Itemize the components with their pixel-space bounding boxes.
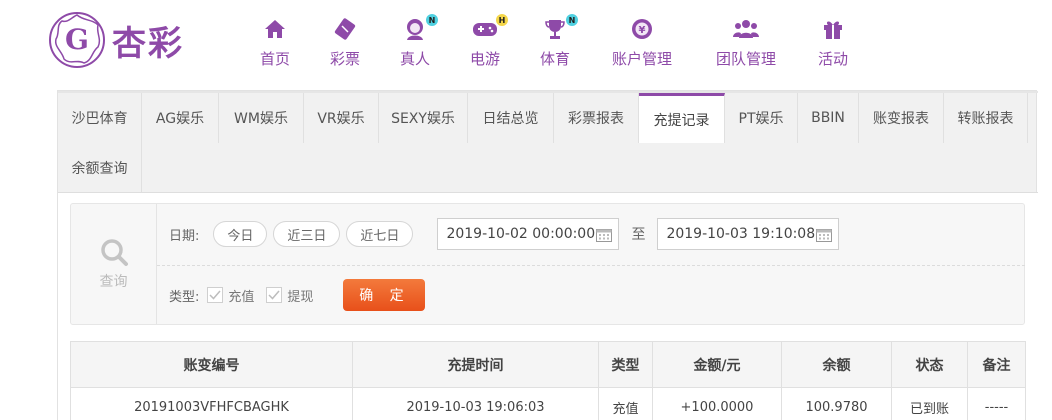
badge-new: N bbox=[426, 14, 438, 26]
col-header-type: 类型 bbox=[598, 341, 653, 388]
nav-label: 账户管理 bbox=[611, 50, 672, 68]
gamepad-icon: H bbox=[470, 14, 508, 44]
filter-box: 查询 日期: 今日 近三日 近七日 2019-10-02 00:00:00 至 bbox=[70, 203, 1025, 325]
svg-text:G: G bbox=[65, 23, 89, 56]
date-from-value: 2019-10-02 00:00:00 bbox=[446, 226, 596, 242]
badge-hot: H bbox=[496, 14, 508, 26]
tab-balance-inquiry[interactable]: 余额查询 bbox=[58, 143, 142, 193]
to-label: 至 bbox=[631, 227, 646, 243]
home-icon bbox=[260, 14, 290, 44]
tab-saba-sports[interactable]: 沙巴体育 bbox=[58, 93, 142, 143]
check-icon bbox=[266, 287, 283, 303]
cell-time: 2019-10-03 19:06:03 bbox=[352, 387, 599, 420]
type-label: 类型: bbox=[169, 289, 200, 305]
cell-amount: +100.0000 bbox=[652, 387, 782, 420]
nav-label: 体育 bbox=[539, 50, 570, 68]
nav-label: 彩票 bbox=[329, 50, 360, 68]
check-icon bbox=[207, 287, 224, 303]
col-header-amount: 金额/元 bbox=[652, 341, 782, 388]
deposit-checkbox[interactable]: 充值 bbox=[207, 286, 254, 305]
top-header: G 杏彩 首页 彩票 N 真人 H 电游 N 体育 ¥ 账户管理 团队管理 活动 bbox=[0, 0, 1052, 90]
tab-lottery-report[interactable]: 彩票报表 bbox=[554, 93, 639, 143]
nav-label: 活动 bbox=[817, 50, 848, 68]
calendar-icon bbox=[816, 229, 833, 242]
tab-account-change-report[interactable]: 账变报表 bbox=[859, 93, 944, 143]
dealer-icon: N bbox=[400, 14, 438, 44]
brand-logo[interactable]: G 杏彩 bbox=[48, 10, 208, 70]
last-3-days-button[interactable]: 近三日 bbox=[273, 221, 341, 247]
table-row: 20191003VFHFCBAGHK 2019-10-03 19:06:03 充… bbox=[70, 387, 1026, 420]
badge-new: N bbox=[566, 14, 578, 26]
nav-label: 首页 bbox=[259, 50, 290, 68]
col-header-id: 账变编号 bbox=[70, 341, 353, 388]
records-content: 查询 日期: 今日 近三日 近七日 2019-10-02 00:00:00 至 bbox=[58, 193, 1038, 420]
table-header-row: 账变编号 充提时间 类型 金额/元 余额 状态 备注 bbox=[70, 341, 1026, 388]
ticket-icon bbox=[330, 14, 360, 44]
cell-balance: 100.9780 bbox=[781, 387, 892, 420]
nav-team[interactable]: 团队管理 bbox=[694, 14, 798, 69]
tab-wm[interactable]: WM娱乐 bbox=[219, 93, 304, 143]
gift-icon bbox=[818, 14, 848, 44]
type-row: 类型: 充值 提现 确 定 bbox=[169, 279, 426, 311]
cell-id: 20191003VFHFCBAGHK bbox=[70, 387, 353, 420]
col-header-balance: 余额 bbox=[781, 341, 892, 388]
main-nav: 首页 彩票 N 真人 H 电游 N 体育 ¥ 账户管理 团队管理 活动 bbox=[240, 14, 868, 69]
date-label: 日期: bbox=[169, 228, 200, 244]
account-icon: ¥ bbox=[627, 14, 657, 44]
today-button[interactable]: 今日 bbox=[213, 221, 268, 247]
search-icon bbox=[100, 239, 128, 266]
tab-deposit-withdraw-records[interactable]: 充提记录 bbox=[639, 93, 725, 143]
nav-account[interactable]: ¥ 账户管理 bbox=[590, 14, 694, 69]
team-icon bbox=[731, 14, 761, 44]
cell-status: 已到账 bbox=[891, 387, 968, 420]
last-7-days-button[interactable]: 近七日 bbox=[346, 221, 414, 247]
deposit-label: 充值 bbox=[228, 289, 255, 305]
tab-vr[interactable]: VR娱乐 bbox=[304, 93, 379, 143]
tab-bbin[interactable]: BBIN bbox=[798, 93, 859, 143]
tab-transfer-report[interactable]: 转账报表 bbox=[944, 93, 1028, 143]
filter-divider bbox=[157, 265, 1025, 266]
brand-name: 杏彩 bbox=[112, 23, 184, 64]
report-panel: 沙巴体育 AG娱乐 WM娱乐 VR娱乐 SEXY娱乐 日结总览 彩票报表 充提记… bbox=[57, 90, 1038, 420]
svg-text:¥: ¥ bbox=[639, 25, 646, 36]
nav-label: 真人 bbox=[399, 50, 430, 68]
withdraw-label: 提现 bbox=[287, 289, 314, 305]
tab-sexy[interactable]: SEXY娱乐 bbox=[379, 93, 468, 143]
nav-egames[interactable]: H 电游 bbox=[450, 14, 520, 69]
query-block[interactable]: 查询 bbox=[71, 204, 157, 324]
col-header-status: 状态 bbox=[891, 341, 968, 388]
confirm-button[interactable]: 确 定 bbox=[343, 279, 426, 311]
nav-sports[interactable]: N 体育 bbox=[520, 14, 590, 69]
tab-pt[interactable]: PT娱乐 bbox=[725, 93, 798, 143]
cell-type: 充值 bbox=[598, 387, 653, 420]
nav-promotions[interactable]: 活动 bbox=[798, 14, 868, 69]
cell-note: ----- bbox=[967, 387, 1026, 420]
trophy-icon: N bbox=[540, 14, 578, 44]
logo-emblem-icon: G bbox=[49, 12, 105, 68]
calendar-icon bbox=[596, 229, 613, 242]
nav-label: 团队管理 bbox=[715, 50, 776, 68]
nav-live[interactable]: N 真人 bbox=[380, 14, 450, 69]
query-label: 查询 bbox=[99, 274, 128, 290]
records-table: 账变编号 充提时间 类型 金额/元 余额 状态 备注 20191003VFHFC… bbox=[70, 341, 1026, 420]
date-to-input[interactable]: 2019-10-03 19:10:08 bbox=[657, 218, 840, 250]
date-row: 日期: 今日 近三日 近七日 2019-10-02 00:00:00 至 201… bbox=[169, 218, 840, 250]
nav-lottery[interactable]: 彩票 bbox=[310, 14, 380, 69]
nav-home[interactable]: 首页 bbox=[240, 14, 310, 69]
tab-ag[interactable]: AG娱乐 bbox=[142, 93, 219, 143]
date-from-input[interactable]: 2019-10-02 00:00:00 bbox=[437, 218, 620, 250]
date-to-value: 2019-10-03 19:10:08 bbox=[666, 226, 816, 242]
withdraw-checkbox[interactable]: 提现 bbox=[266, 286, 313, 305]
nav-label: 电游 bbox=[469, 50, 500, 68]
col-header-time: 充提时间 bbox=[352, 341, 599, 388]
col-header-note: 备注 bbox=[967, 341, 1026, 388]
tab-daily-overview[interactable]: 日结总览 bbox=[468, 93, 554, 143]
